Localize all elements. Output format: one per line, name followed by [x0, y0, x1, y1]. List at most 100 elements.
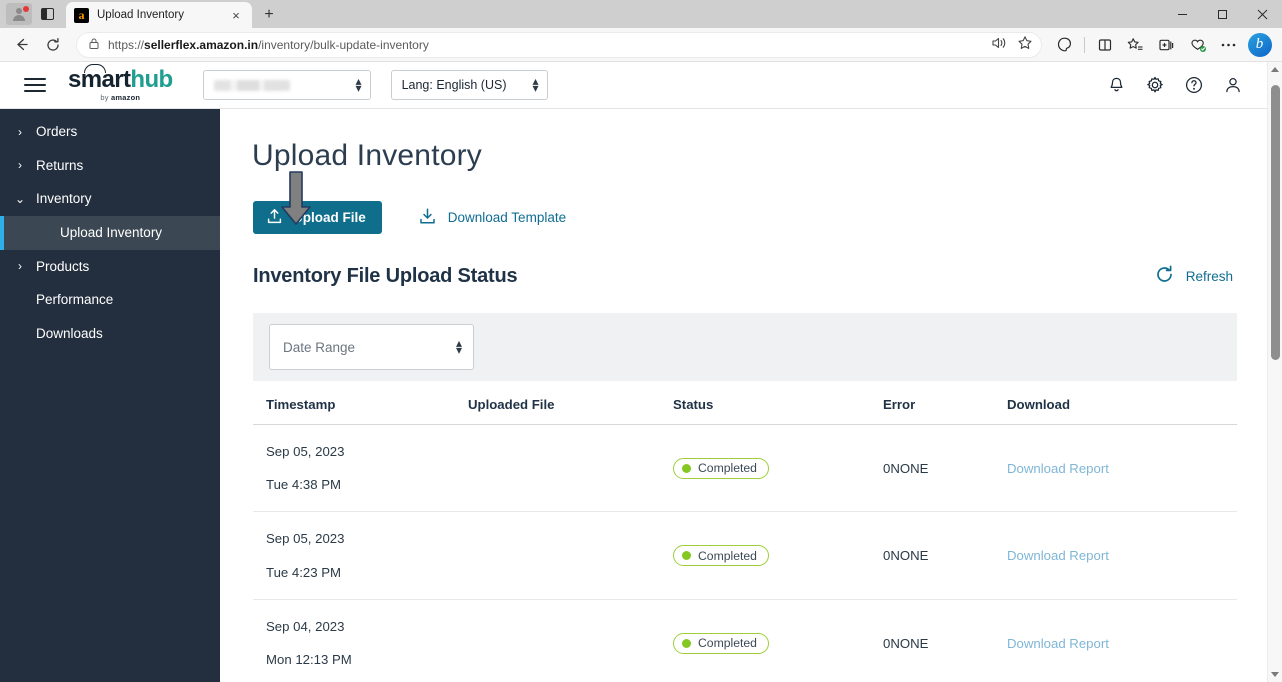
cell-status: Completed	[673, 511, 883, 600]
download-report-link[interactable]: Download Report	[1007, 636, 1109, 651]
sidebar-item-label: Inventory	[36, 191, 92, 207]
table-row: Sep 04, 2023 Mon 12:13 PM Completed 0NON…	[253, 599, 1237, 682]
sidebar-item-label: Performance	[36, 292, 114, 308]
amazon-smile-icon	[84, 64, 106, 74]
timestamp-date: Sep 05, 2023	[266, 444, 345, 459]
copilot-icon[interactable]	[1050, 31, 1079, 59]
amazon-icon: a	[74, 7, 89, 23]
table-row: Sep 05, 2023 Tue 4:38 PM Completed 0NONE…	[253, 424, 1237, 513]
page-viewport: smarthub by amazon ▴ ▾ Lang: English (US)…	[0, 62, 1282, 682]
timestamp-date: Sep 05, 2023	[266, 531, 345, 547]
settings-more-icon[interactable]	[1214, 31, 1243, 59]
status-dot-icon	[682, 463, 691, 473]
download-template-label: Download Template	[447, 210, 567, 225]
browser-tab-strip: a Upload Inventory × +	[0, 0, 1282, 28]
sidebar-item-inventory[interactable]: ⌄ Inventory	[0, 182, 220, 216]
window-controls	[1162, 0, 1282, 28]
cell-download: Download Report	[1007, 511, 1237, 600]
close-icon[interactable]: ×	[228, 7, 244, 23]
user-account-icon[interactable]	[1223, 75, 1243, 95]
action-button-row: Upload File Download Template	[234, 173, 1237, 234]
download-report-link[interactable]: Download Report	[1007, 461, 1109, 476]
chevron-down-icon: ⌄	[14, 191, 26, 206]
cell-timestamp: Sep 05, 2023 Tue 4:23 PM	[253, 511, 468, 600]
cell-timestamp: Sep 04, 2023 Mon 12:13 PM	[253, 599, 468, 682]
logo-rt-text: rt	[114, 66, 131, 94]
browser-essentials-icon[interactable]	[1183, 31, 1212, 59]
back-arrow-icon[interactable]	[6, 31, 36, 59]
chevron-right-icon: ›	[18, 124, 22, 139]
split-screen-icon[interactable]	[1090, 31, 1119, 59]
cell-uploaded-file	[468, 511, 673, 600]
cell-error: 0NONE	[883, 511, 1007, 600]
chrome-left-icons	[4, 0, 64, 28]
app-header-actions	[1107, 75, 1251, 95]
page-title: Upload Inventory	[252, 139, 483, 172]
cell-error: 0NONE	[883, 424, 1007, 513]
scroll-up-arrow-icon[interactable]	[1268, 62, 1282, 77]
star-icon[interactable]	[1017, 35, 1033, 54]
status-dot-icon	[682, 551, 691, 561]
download-report-link[interactable]: Download Report	[1007, 548, 1109, 563]
language-select-value: Lang: English (US)	[401, 78, 507, 92]
refresh-button[interactable]: Refresh	[1154, 264, 1233, 288]
status-dot-icon	[682, 638, 691, 648]
column-header-timestamp: Timestamp	[253, 381, 468, 425]
bing-chat-icon[interactable]: b	[1245, 31, 1274, 59]
web-page: smarthub by amazon ▴ ▾ Lang: English (US)…	[0, 62, 1267, 682]
sidebar-item-label: Orders	[36, 124, 78, 140]
status-label: Completed	[698, 461, 757, 476]
download-template-button[interactable]: Download Template	[418, 207, 566, 229]
column-header-uploaded-file: Uploaded File	[468, 381, 673, 425]
cell-download: Download Report	[1007, 424, 1237, 513]
notification-bell-icon[interactable]	[1107, 76, 1126, 95]
status-label: Completed	[698, 548, 757, 563]
cell-uploaded-file	[468, 424, 673, 513]
scroll-down-arrow-icon[interactable]	[1268, 667, 1282, 682]
sidebar-item-returns[interactable]: › Returns	[0, 149, 220, 183]
split-screen-icon[interactable]	[34, 3, 60, 25]
address-bar[interactable]: https://sellerflex.amazon.in/inventory/b…	[76, 31, 1042, 58]
favorites-icon[interactable]	[1121, 31, 1150, 59]
help-icon[interactable]	[1184, 75, 1204, 95]
close-icon[interactable]	[1242, 0, 1282, 28]
table-header-row: Timestamp Uploaded File Status Error Dow…	[253, 381, 1237, 425]
settings-gear-icon[interactable]	[1145, 75, 1165, 95]
browser-toolbar-actions: b	[1050, 31, 1276, 59]
new-tab-button[interactable]: +	[256, 2, 282, 28]
tab-title: Upload Inventory	[97, 9, 184, 21]
browser-tab[interactable]: a Upload Inventory ×	[66, 2, 252, 28]
upload-file-button[interactable]: Upload File	[253, 201, 382, 234]
scrollbar-track[interactable]	[1268, 77, 1282, 667]
app-body: › Orders › Returns ⌄ Inventory Upload In…	[0, 109, 1267, 682]
sidebar-item-orders[interactable]: › Orders	[0, 115, 220, 149]
sidebar-item-upload-inventory[interactable]: Upload Inventory	[0, 215, 220, 250]
refresh-icon	[1154, 264, 1175, 288]
browser-toolbar: https://sellerflex.amazon.in/inventory/b…	[0, 28, 1282, 62]
reload-icon[interactable]	[38, 31, 68, 59]
cell-download: Download Report	[1007, 599, 1237, 682]
status-badge: Completed	[673, 457, 769, 479]
language-select[interactable]: Lang: English (US) ▴ ▾	[390, 70, 548, 100]
read-aloud-icon[interactable]	[991, 36, 1007, 53]
logo-by-text: by	[100, 93, 112, 103]
sidebar-item-performance[interactable]: Performance	[0, 283, 220, 317]
chevron-updown-icon: ▴ ▾	[532, 73, 539, 95]
page-scrollbar[interactable]	[1267, 62, 1282, 682]
minimize-icon[interactable]	[1162, 0, 1202, 28]
profile-avatar-icon[interactable]	[6, 3, 32, 25]
sidebar-item-label: Upload Inventory	[60, 225, 163, 240]
scrollbar-thumb[interactable]	[1270, 85, 1280, 360]
date-range-select[interactable]: Date Range ▴ ▾	[269, 324, 474, 370]
column-header-error: Error	[883, 381, 1007, 425]
sidebar-nav: › Orders › Returns ⌄ Inventory Upload In…	[0, 109, 220, 682]
collections-icon[interactable]	[1152, 31, 1181, 59]
hamburger-menu-icon[interactable]	[24, 78, 46, 92]
sidebar-item-label: Products	[36, 258, 90, 274]
sidebar-item-downloads[interactable]: Downloads	[0, 317, 220, 351]
maximize-icon[interactable]	[1202, 0, 1242, 28]
sidebar-item-products[interactable]: › Products	[0, 250, 220, 284]
status-badge: Completed	[673, 545, 769, 567]
node-select[interactable]: ▴ ▾	[202, 70, 371, 100]
cell-timestamp: Sep 05, 2023 Tue 4:38 PM	[253, 424, 468, 513]
